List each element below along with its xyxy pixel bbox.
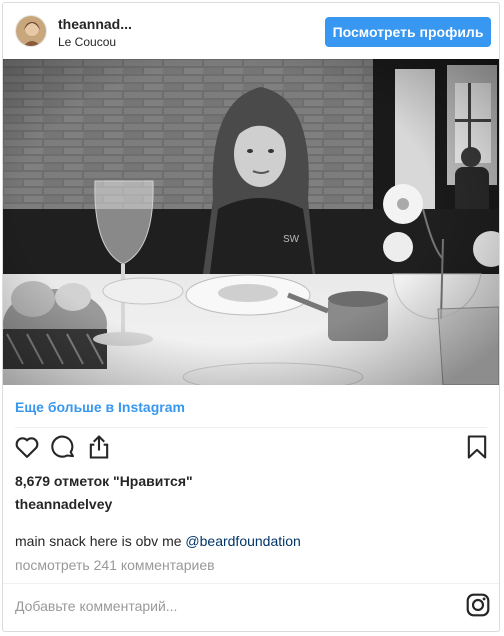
view-profile-button[interactable]: Посмотреть профиль [325,17,491,47]
view-comments-link[interactable]: посмотреть 241 комментариев [15,557,215,573]
heart-icon[interactable] [13,433,41,461]
instagram-embed-card: theannad... Le Coucou Посмотреть профиль [2,2,500,632]
comment-input[interactable] [15,595,435,617]
avatar[interactable] [15,15,47,47]
post-header: theannad... Le Coucou Посмотреть профиль [3,3,499,59]
location-link[interactable]: Le Coucou [58,35,116,49]
post-caption: main snack here is obv me @beardfoundati… [15,533,301,549]
caption-text: main snack here is obv me [15,533,186,549]
divider [3,583,499,584]
more-on-instagram-link[interactable]: Еще больше в Instagram [15,399,185,415]
post-author[interactable]: theannadelvey [15,496,112,512]
bookmark-icon[interactable] [463,433,491,461]
username[interactable]: theannad... [58,16,132,32]
post-photo[interactable]: SW [3,59,499,385]
like-count[interactable]: 8,679 отметок "Нравится" [15,473,193,489]
divider [15,427,487,428]
instagram-icon[interactable] [465,592,491,618]
action-bar [3,433,499,467]
mention-link[interactable]: @beardfoundation [185,533,300,549]
comment-icon[interactable] [49,433,77,461]
share-icon[interactable] [85,433,113,461]
